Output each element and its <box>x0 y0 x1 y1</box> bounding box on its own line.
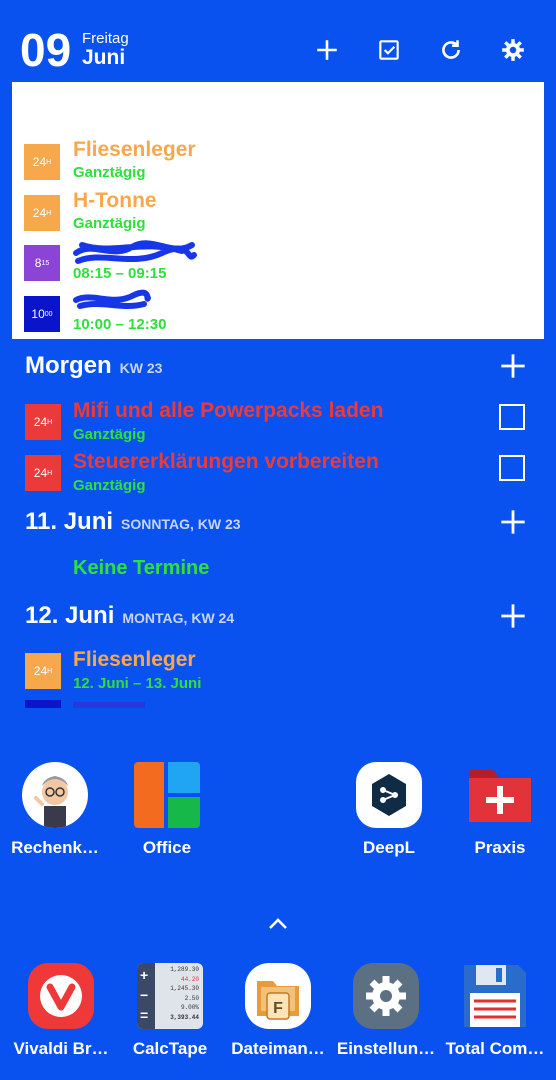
app-rechenkoenig[interactable]: Rechenk… <box>0 762 110 858</box>
section-header-day11: 11. Juni SONNTAG, KW 23 <box>25 508 241 535</box>
settings-gear-icon <box>353 963 419 1029</box>
floppy-disk-icon <box>462 963 528 1029</box>
file-manager-icon: F <box>245 963 311 1029</box>
folder-plus-icon <box>467 762 533 828</box>
event-item[interactable]: 24 H H-Tonne Ganztägig <box>24 185 544 235</box>
refresh-icon[interactable] <box>435 34 467 66</box>
app-label: Praxis <box>474 838 526 857</box>
task-item[interactable]: 24 H Mifi und alle Powerpacks laden Ganzt… <box>25 396 505 446</box>
today-events-panel: 24 H Fliesenleger Ganztägig 24 H H-Tonne G… <box>12 82 544 339</box>
time-badge: 10 00 <box>24 296 60 332</box>
event-item[interactable]: 8 15 08:15 – 09:15 <box>24 235 544 285</box>
all-day-badge: 24 H <box>24 144 60 180</box>
event-time: 12. Juni – 13. Juni <box>73 675 202 692</box>
event-time: Ganztägig <box>73 164 146 181</box>
task-title: Mifi und alle Powerpacks laden <box>73 399 384 422</box>
all-day-badge: 24 H <box>25 404 61 440</box>
task-time: Ganztägig <box>73 477 146 494</box>
task-time: Ganztägig <box>73 426 146 443</box>
task-checkbox-icon[interactable] <box>373 34 405 66</box>
gear-icon[interactable] <box>497 34 529 66</box>
app-label: Office <box>142 838 192 857</box>
calctape-icon: + − = 1,289.30 44.20 1,245.30 2.50 9.00% 3… <box>137 963 203 1029</box>
app-deepl[interactable]: DeepL <box>334 762 444 858</box>
add-event-day11-button[interactable] <box>499 508 527 536</box>
app-calctape[interactable]: + − = 1,289.30 44.20 1,245.30 2.50 9.00% 3… <box>115 963 225 1059</box>
partial-event-title <box>73 702 145 708</box>
no-events-text: Keine Termine <box>73 557 210 579</box>
app-vivaldi[interactable]: Vivaldi Br… <box>6 963 116 1059</box>
add-event-tomorrow-button[interactable] <box>499 352 527 380</box>
redacted-title-scribble <box>73 289 151 309</box>
deepl-icon <box>356 762 422 828</box>
event-title: H-Tonne <box>73 189 157 212</box>
all-day-badge: 24 H <box>25 653 61 689</box>
svg-text:F: F <box>273 1000 283 1017</box>
app-praxis[interactable]: Praxis <box>445 762 555 858</box>
professor-avatar-icon <box>22 762 88 828</box>
date-weekday: Freitag <box>82 30 129 47</box>
app-dateimanager[interactable]: F Dateiman… <box>223 963 333 1059</box>
event-time: Ganztägig <box>73 215 146 232</box>
app-total-commander[interactable]: Total Com… <box>440 963 550 1059</box>
app-label: DeepL <box>363 838 415 857</box>
vivaldi-icon <box>28 963 94 1029</box>
all-day-badge: 24 H <box>24 195 60 231</box>
date-month: Juni <box>82 46 126 69</box>
add-event-day12-button[interactable] <box>499 602 527 630</box>
task-title: Steuererklärungen vorbereiten <box>73 450 379 473</box>
app-label: Total Com… <box>445 1039 545 1058</box>
date-day[interactable]: 09 <box>20 26 71 74</box>
section-header-day12: 12. Juni MONTAG, KW 24 <box>25 602 235 629</box>
all-day-badge: 24 H <box>25 455 61 491</box>
app-label: Vivaldi Br… <box>13 1039 109 1058</box>
event-item[interactable]: 24 H Fliesenleger Ganztägig <box>24 134 544 184</box>
app-einstellungen[interactable]: Einstellun… <box>331 963 441 1059</box>
app-label: Einstellun… <box>336 1039 436 1058</box>
event-item[interactable]: 24 H Fliesenleger 12. Juni – 13. Juni <box>25 645 505 695</box>
app-office[interactable]: Office <box>112 762 222 858</box>
office-icon <box>134 762 200 828</box>
app-drawer-chevron-up-icon[interactable] <box>266 916 290 932</box>
event-time: 08:15 – 09:15 <box>73 265 167 282</box>
add-icon[interactable] <box>311 34 343 66</box>
partial-event-badge <box>25 700 61 708</box>
app-label: CalcTape <box>132 1039 208 1058</box>
app-label: Dateiman… <box>231 1039 325 1058</box>
event-title: Fliesenleger <box>73 648 196 671</box>
event-item[interactable]: 10 00 10:00 – 12:30 <box>24 286 544 336</box>
event-time: 10:00 – 12:30 <box>73 316 167 333</box>
task-checkbox[interactable] <box>499 455 525 481</box>
task-checkbox[interactable] <box>499 404 525 430</box>
event-title: Fliesenleger <box>73 138 196 161</box>
time-badge: 8 15 <box>24 245 60 281</box>
task-item[interactable]: 24 H Steuererklärungen vorbereiten Ganztä… <box>25 447 505 497</box>
section-header-tomorrow: Morgen KW 23 <box>25 352 163 379</box>
app-label: Rechenk… <box>11 838 99 857</box>
